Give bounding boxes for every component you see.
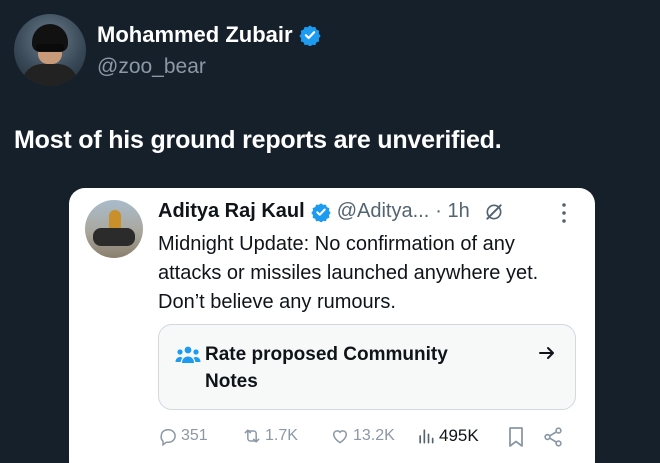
community-notes-button[interactable]: Rate proposed Community Notes <box>158 324 576 410</box>
repost-icon <box>244 429 260 443</box>
more-options-icon[interactable] <box>555 200 573 226</box>
heart-icon <box>333 430 347 444</box>
author-name[interactable]: Mohammed Zubair <box>97 22 293 48</box>
views-count: 495K <box>439 426 479 445</box>
like-count: 13.2K <box>353 427 395 444</box>
verified-badge-icon <box>298 25 321 46</box>
quoted-tweet-time[interactable]: · 1h <box>435 200 469 223</box>
reply-icon <box>160 429 176 446</box>
views-chart-icon <box>419 429 434 444</box>
tweet-text: Most of his ground reports are unverifie… <box>14 126 502 154</box>
quoted-author-name[interactable]: Aditya Raj Kaul <box>158 200 305 223</box>
share-icon[interactable] <box>542 426 564 448</box>
author-name-row[interactable]: Mohammed Zubair <box>97 22 321 48</box>
quoted-tweet-card[interactable]: Aditya Raj Kaul @Aditya... · 1h Midnight… <box>69 188 595 463</box>
tweet-actions-bar: 351 1.7K 13.2K 495K <box>158 426 578 450</box>
bookmark-icon[interactable] <box>506 426 526 448</box>
arrow-right-icon <box>539 347 554 359</box>
reply-button[interactable]: 351 <box>158 426 208 446</box>
author-avatar[interactable] <box>14 14 86 86</box>
quoted-tweet-text: Midnight Update: No confirmation of any … <box>158 233 539 313</box>
quoted-tweet-header: Aditya Raj Kaul @Aditya... · 1h <box>158 200 504 223</box>
views-button[interactable]: 495K <box>416 426 479 446</box>
verified-badge-icon <box>311 202 331 222</box>
community-notes-icon <box>175 346 201 363</box>
like-button[interactable]: 13.2K <box>330 426 395 446</box>
author-handle[interactable]: @zoo_bear <box>97 55 206 79</box>
repost-button[interactable]: 1.7K <box>242 426 298 446</box>
quoted-author-handle[interactable]: @Aditya... <box>337 200 430 223</box>
reply-count: 351 <box>181 427 208 444</box>
repost-count: 1.7K <box>265 427 298 444</box>
quoted-author-avatar[interactable] <box>85 200 143 258</box>
community-notes-label: Rate proposed Community Notes <box>205 344 448 392</box>
grok-icon[interactable] <box>484 202 504 222</box>
